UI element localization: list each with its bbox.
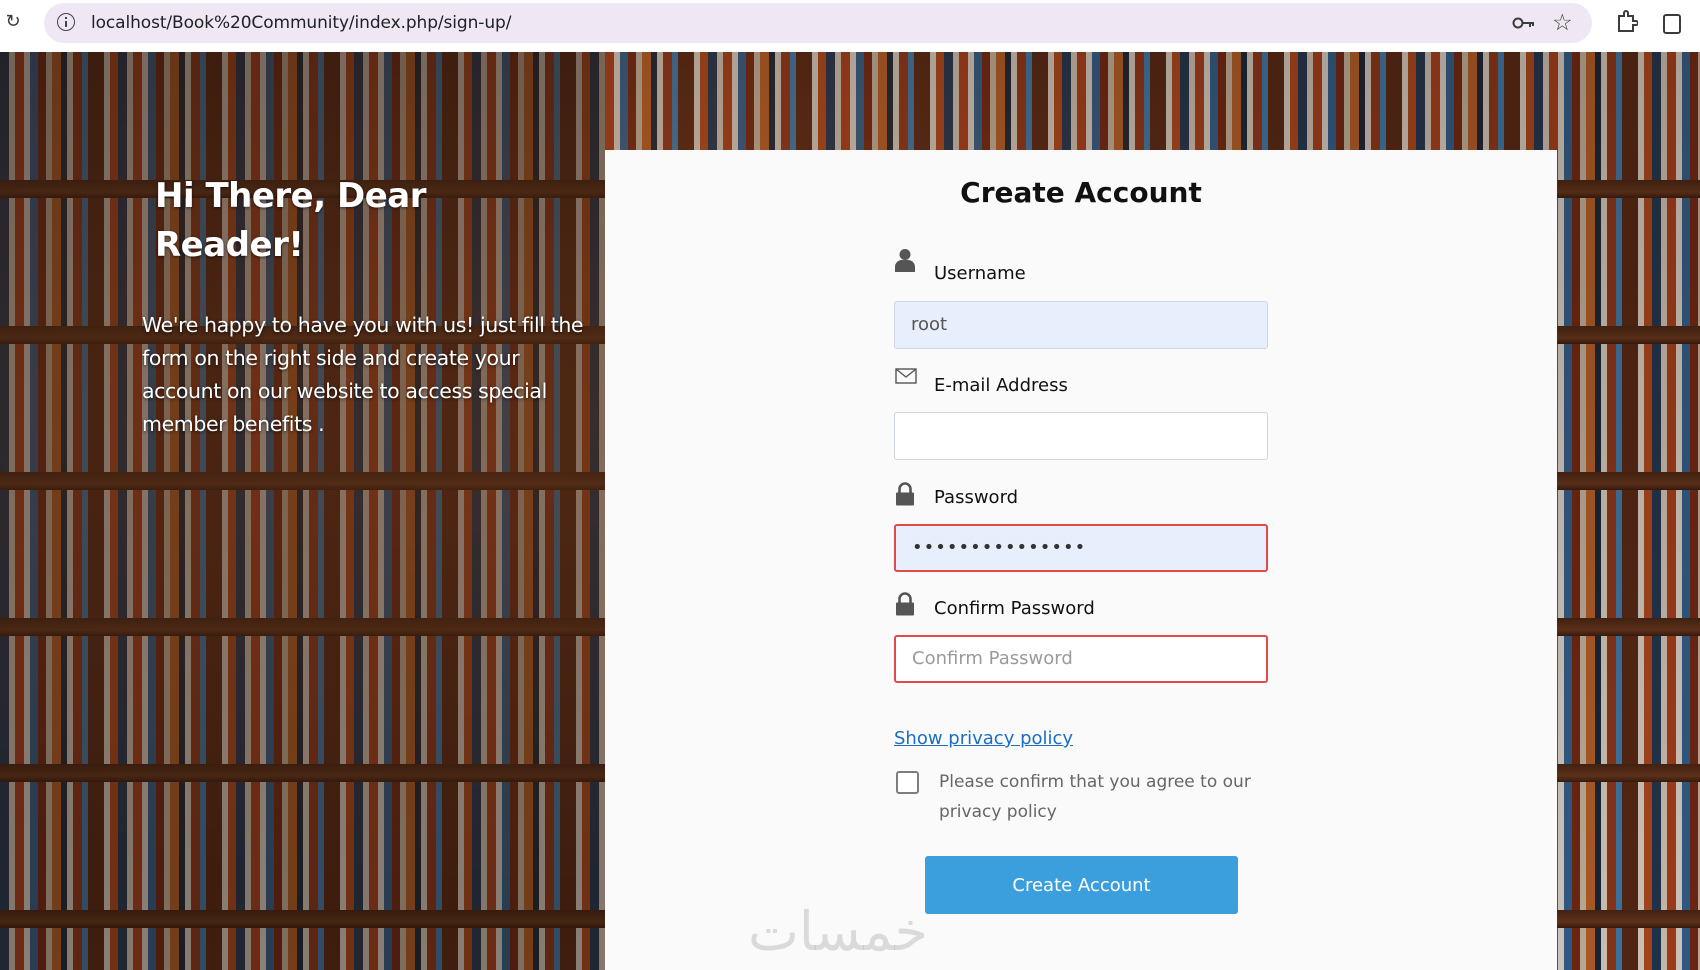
email-label: E-mail Address (934, 375, 1068, 396)
side-panel-icon[interactable] (1663, 14, 1681, 34)
key-icon[interactable] (1512, 14, 1536, 32)
confirm-password-input[interactable]: Confirm Password (894, 635, 1268, 683)
lock-icon (896, 482, 914, 506)
welcome-title: Hi There, Dear Reader! (155, 176, 426, 265)
create-account-button[interactable]: Create Account (925, 856, 1238, 914)
form-title: Create Account (960, 176, 1202, 209)
password-input[interactable]: ••••••••••••••• (894, 524, 1268, 572)
username-value: root (911, 314, 948, 335)
privacy-agree-label: Please confirm that you agree to our pri… (939, 772, 1251, 822)
star-icon[interactable]: ☆ (1552, 10, 1573, 36)
info-icon[interactable] (57, 13, 75, 31)
address-bar[interactable]: localhost/Book%20Community/index.php/sig… (44, 3, 1592, 43)
watermark-logo: خمسات (748, 900, 929, 963)
email-input[interactable] (894, 412, 1268, 460)
privacy-agree-checkbox[interactable] (896, 771, 919, 794)
show-privacy-policy-link[interactable]: Show privacy policy (894, 728, 1073, 749)
reload-icon[interactable]: ↻ (3, 11, 23, 33)
username-input[interactable]: root (894, 301, 1268, 349)
lock-icon (896, 592, 914, 616)
welcome-text: We're happy to have you with us! just fi… (142, 313, 584, 436)
url-text[interactable]: localhost/Book%20Community/index.php/sig… (91, 13, 511, 33)
confirm-password-label: Confirm Password (934, 598, 1095, 619)
extensions-icon[interactable] (1616, 10, 1638, 34)
password-label: Password (934, 487, 1019, 508)
user-icon (895, 249, 915, 272)
password-value: ••••••••••••••• (912, 537, 1087, 558)
envelope-icon (895, 368, 917, 384)
browser-toolbar: ↻ localhost/Book%20Community/index.php/s… (0, 0, 1700, 52)
username-label: Username (934, 263, 1026, 284)
confirm-password-placeholder: Confirm Password (912, 648, 1073, 669)
signup-form: Create Account Username root E-mail Addr… (605, 150, 1557, 970)
